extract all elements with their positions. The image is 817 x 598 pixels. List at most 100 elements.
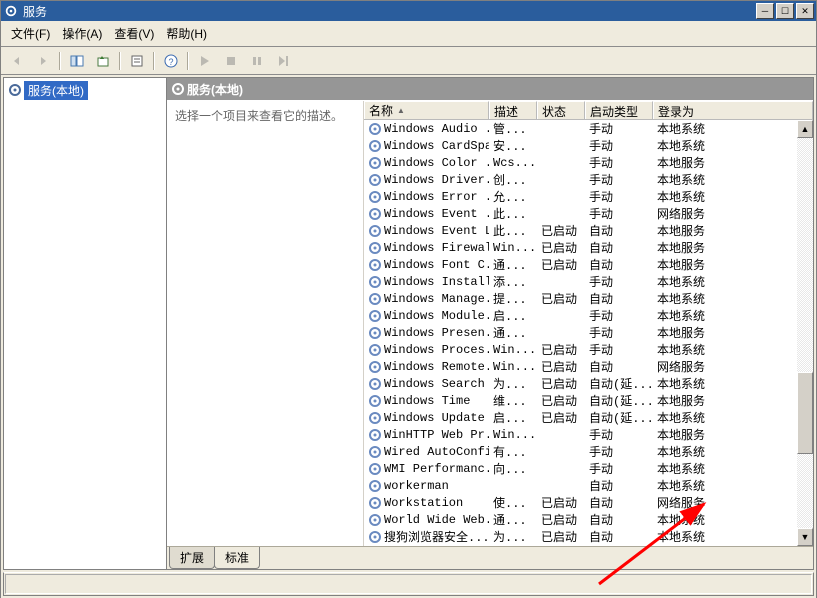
service-gear-icon — [368, 394, 382, 408]
service-row[interactable]: Windows CardSpace安...手动本地系统 — [364, 137, 813, 154]
minimize-button[interactable]: ─ — [756, 3, 774, 19]
menu-help[interactable]: 帮助(H) — [160, 23, 213, 44]
right-body: 选择一个项目来查看它的描述。 名称 ▲ 描述 状态 启动类型 登录为 — [167, 100, 813, 546]
service-row[interactable]: WinHTTP Web Pr...Win...手动本地服务 — [364, 426, 813, 443]
column-header-start[interactable]: 启动类型 — [585, 101, 653, 119]
scroll-down-button[interactable]: ▼ — [797, 528, 813, 546]
service-logon: 本地系统 — [653, 120, 813, 137]
service-state: 已启动 — [537, 222, 585, 239]
tree-root-row[interactable]: 服务(本地) — [4, 78, 166, 102]
service-logon: 网络服务 — [653, 494, 813, 511]
right-pane: 服务(本地) 选择一个项目来查看它的描述。 名称 ▲ 描述 状态 启动类型 — [166, 77, 814, 570]
tree-pane[interactable]: 服务(本地) — [3, 77, 166, 570]
scroll-track[interactable] — [797, 138, 813, 528]
right-pane-title: 服务(本地) — [187, 81, 243, 98]
service-start-type: 自动 — [585, 222, 653, 239]
back-button[interactable] — [5, 49, 29, 73]
service-start-type: 自动 — [585, 528, 653, 545]
stop-service-button[interactable] — [219, 49, 243, 73]
service-name: WinHTTP Web Pr... — [384, 428, 489, 442]
menu-action[interactable]: 操作(A) — [56, 23, 108, 44]
svg-text:?: ? — [168, 57, 173, 67]
service-row[interactable]: Windows FirewallWin...已启动自动本地服务 — [364, 239, 813, 256]
service-gear-icon — [368, 360, 382, 374]
service-row[interactable]: 搜狗浏览器安全...为...已启动自动本地系统 — [364, 528, 813, 545]
service-row[interactable]: Windows Manage...提...已启动自动本地系统 — [364, 290, 813, 307]
service-row[interactable]: Windows Font C...通...已启动自动本地服务 — [364, 256, 813, 273]
service-logon: 本地服务 — [653, 392, 813, 409]
service-row[interactable]: WMI Performanc...向...手动本地系统 — [364, 460, 813, 477]
services-list[interactable]: 名称 ▲ 描述 状态 启动类型 登录为 Windows Audio ...管..… — [364, 101, 813, 546]
menu-view[interactable]: 查看(V) — [108, 23, 160, 44]
title-bar[interactable]: 服务 ─ ☐ ✕ — [1, 1, 816, 21]
service-row[interactable]: Windows Proces...Win...已启动手动本地系统 — [364, 341, 813, 358]
service-gear-icon — [368, 530, 382, 544]
service-row[interactable]: World Wide Web...通...已启动自动本地系统 — [364, 511, 813, 528]
service-row[interactable]: Windows Event Log此...已启动自动本地服务 — [364, 222, 813, 239]
service-desc: 有... — [489, 443, 537, 460]
service-name: 搜狗输入法基础... — [384, 545, 489, 546]
status-cell — [5, 574, 812, 594]
menu-file[interactable]: 文件(F) — [5, 23, 56, 44]
service-start-type: 自动 — [585, 511, 653, 528]
help-button[interactable]: ? — [159, 49, 183, 73]
service-row[interactable]: Windows Color ...Wcs...手动本地服务 — [364, 154, 813, 171]
service-state: 已启动 — [537, 409, 585, 426]
service-row[interactable]: Windows Audio ...管...手动本地系统 — [364, 120, 813, 137]
service-logon: 本地系统 — [653, 290, 813, 307]
window-title: 服务 — [23, 3, 756, 20]
service-row[interactable]: Windows Update启...已启动自动(延...本地系统 — [364, 409, 813, 426]
tree-node-services-local[interactable]: 服务(本地) — [24, 81, 88, 100]
service-start-type: 自动(延... — [585, 409, 653, 426]
service-gear-icon — [368, 445, 382, 459]
service-logon: 网络服务 — [653, 358, 813, 375]
column-header-desc[interactable]: 描述 — [489, 101, 537, 119]
service-row[interactable]: Wired AutoConfig有...手动本地系统 — [364, 443, 813, 460]
service-start-type: 手动 — [585, 205, 653, 222]
tab-extended[interactable]: 扩展 — [169, 547, 215, 569]
start-service-button[interactable] — [193, 49, 217, 73]
service-name: Windows Remote... — [384, 360, 489, 374]
service-row[interactable]: workerman自动本地系统 — [364, 477, 813, 494]
maximize-button[interactable]: ☐ — [776, 3, 794, 19]
service-row[interactable]: 搜狗输入法基础...为...自动(延...本地系统 — [364, 545, 813, 546]
service-row[interactable]: Windows Event ...此...手动网络服务 — [364, 205, 813, 222]
service-row[interactable]: Workstation使...已启动自动网络服务 — [364, 494, 813, 511]
service-row[interactable]: Windows Installer添...手动本地系统 — [364, 273, 813, 290]
vertical-scrollbar[interactable]: ▲ ▼ — [797, 120, 813, 546]
service-gear-icon — [368, 411, 382, 425]
pause-service-button[interactable] — [245, 49, 269, 73]
service-name: Windows Color ... — [384, 156, 489, 170]
column-header-logon[interactable]: 登录为 — [653, 101, 813, 119]
status-bar — [3, 572, 814, 596]
service-row[interactable]: Windows Error ...允...手动本地系统 — [364, 188, 813, 205]
service-logon: 本地系统 — [653, 528, 813, 545]
column-header-state[interactable]: 状态 — [537, 101, 585, 119]
service-logon: 本地服务 — [653, 324, 813, 341]
scroll-up-button[interactable]: ▲ — [797, 120, 813, 138]
service-logon: 本地服务 — [653, 426, 813, 443]
service-row[interactable]: Windows Remote...Win...已启动自动网络服务 — [364, 358, 813, 375]
service-row[interactable]: Windows Module...启...手动本地系统 — [364, 307, 813, 324]
scroll-thumb[interactable] — [797, 372, 813, 454]
service-row[interactable]: Windows Driver...创...手动本地系统 — [364, 171, 813, 188]
show-hide-tree-button[interactable] — [65, 49, 89, 73]
service-desc: Win... — [489, 241, 537, 255]
properties-button[interactable] — [125, 49, 149, 73]
service-row[interactable]: Windows Search为...已启动自动(延...本地系统 — [364, 375, 813, 392]
service-row[interactable]: Windows Time维...已启动自动(延...本地服务 — [364, 392, 813, 409]
tab-standard[interactable]: 标准 — [214, 547, 260, 569]
column-header-name[interactable]: 名称 ▲ — [364, 101, 489, 119]
service-name: Windows Proces... — [384, 343, 489, 357]
list-body[interactable]: Windows Audio ...管...手动本地系统Windows CardS… — [364, 120, 813, 546]
export-list-button[interactable] — [91, 49, 115, 73]
service-desc: 此... — [489, 205, 537, 222]
service-name: Windows Presen... — [384, 326, 489, 340]
close-button[interactable]: ✕ — [796, 3, 814, 19]
forward-button[interactable] — [31, 49, 55, 73]
service-state: 已启动 — [537, 256, 585, 273]
service-logon: 本地系统 — [653, 477, 813, 494]
service-gear-icon — [368, 292, 382, 306]
service-row[interactable]: Windows Presen...通...手动本地服务 — [364, 324, 813, 341]
restart-service-button[interactable] — [271, 49, 295, 73]
